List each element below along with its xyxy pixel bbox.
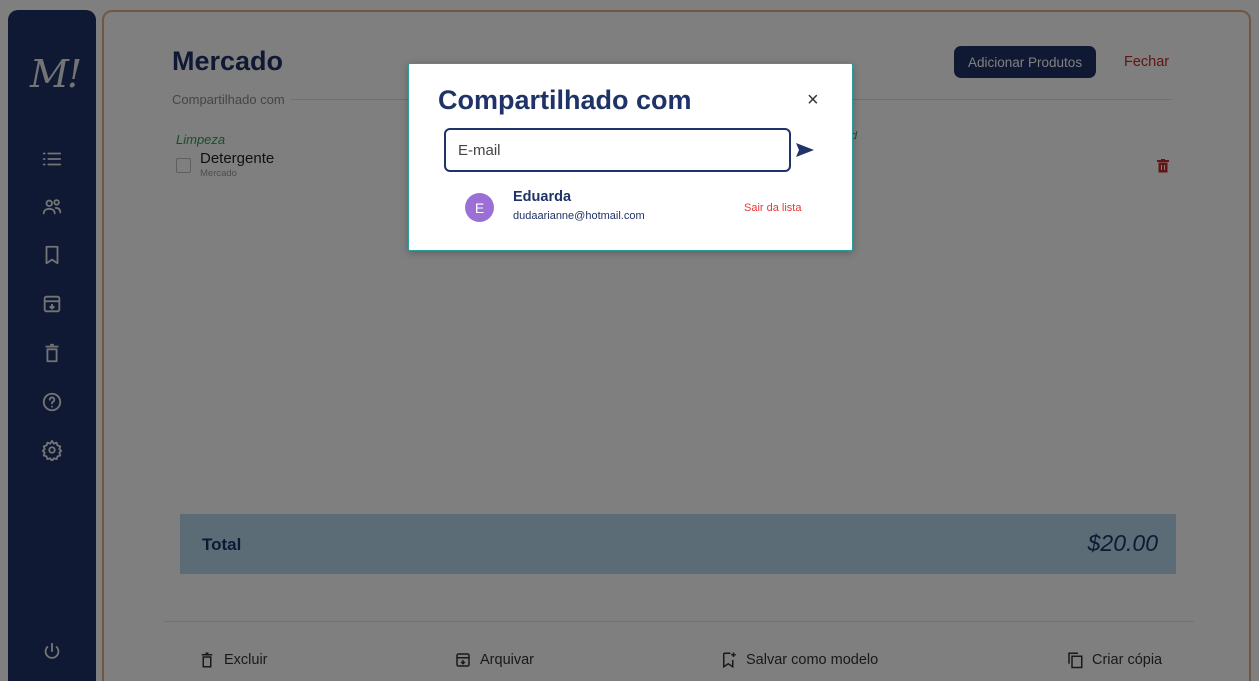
- modal-title: Compartilhado com: [438, 85, 692, 115]
- avatar: E: [465, 193, 494, 222]
- share-modal: Compartilhado com × E Eduarda dudaariann…: [408, 63, 853, 251]
- email-input[interactable]: [444, 128, 791, 172]
- leave-list-link[interactable]: Sair da lista: [744, 202, 801, 214]
- member-name: Eduarda: [513, 189, 572, 205]
- member-email: dudaarianne@hotmail.com: [513, 210, 645, 222]
- send-icon[interactable]: [794, 139, 816, 161]
- close-icon[interactable]: ×: [807, 88, 819, 112]
- member-row: E Eduarda dudaarianne@hotmail.com Sair d…: [465, 189, 805, 229]
